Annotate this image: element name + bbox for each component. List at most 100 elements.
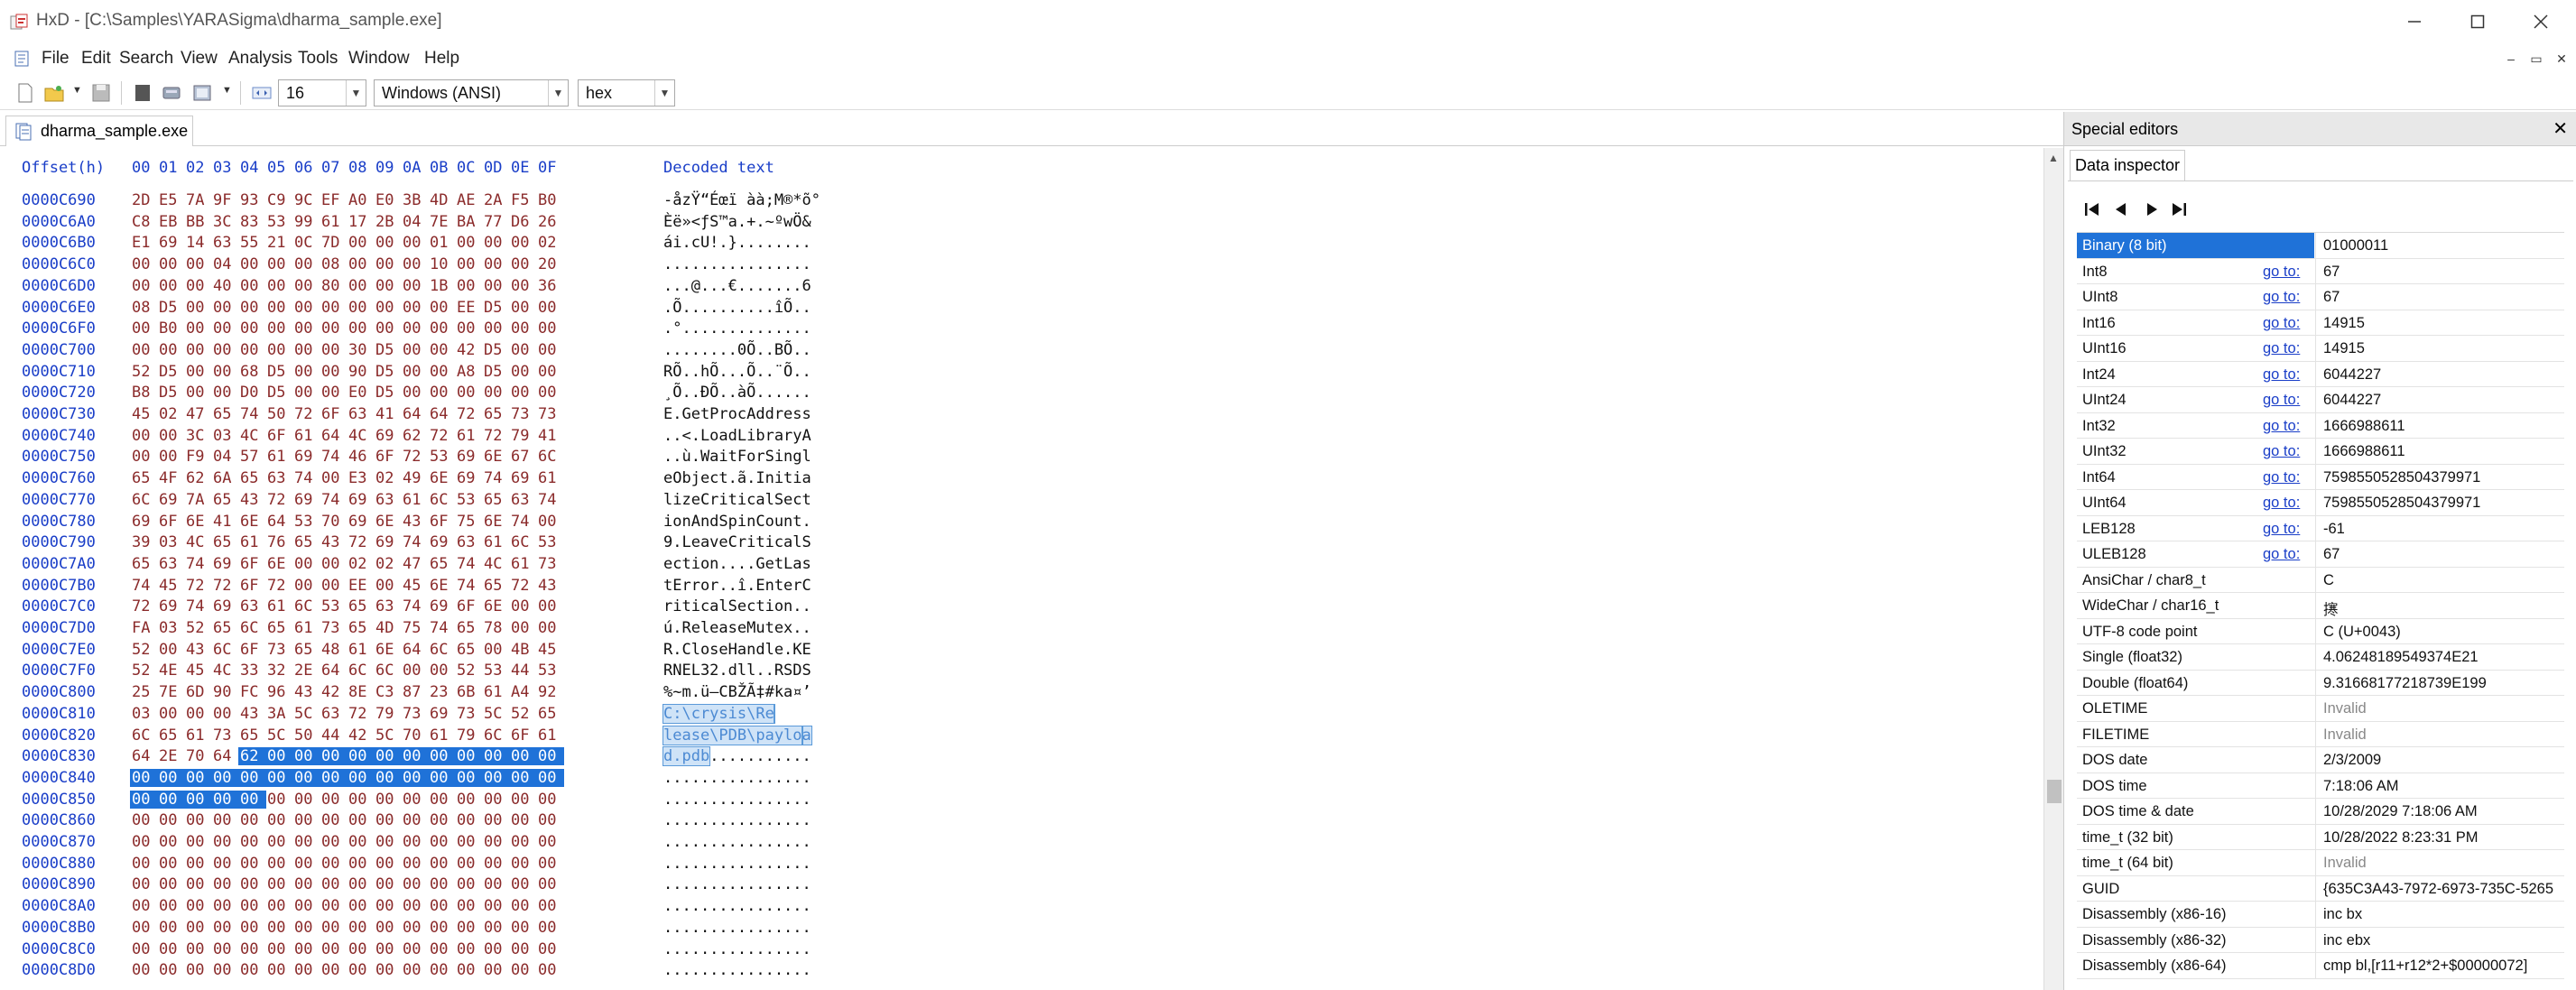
hex-byte[interactable]: 00	[321, 940, 348, 958]
hex-byte[interactable]: 00	[348, 833, 375, 851]
hex-byte[interactable]: 00	[538, 791, 565, 809]
save-icon[interactable]	[90, 82, 112, 104]
hex-byte[interactable]: 00	[294, 919, 321, 937]
hex-byte[interactable]: 00	[484, 919, 511, 937]
hex-byte[interactable]: 02	[348, 555, 375, 573]
hex-byte[interactable]: 00	[159, 940, 186, 958]
hex-byte[interactable]: 00	[294, 855, 321, 873]
hex-byte[interactable]: 72	[403, 448, 430, 466]
hex-byte[interactable]: 52	[511, 705, 538, 723]
hex-byte[interactable]: 41	[375, 405, 403, 423]
hex-byte[interactable]: 9F	[213, 191, 240, 209]
hex-byte[interactable]: 4D	[430, 191, 457, 209]
hex-byte[interactable]: 00	[538, 619, 565, 637]
hex-byte[interactable]: 63	[267, 469, 294, 487]
hex-byte[interactable]: 69	[430, 533, 457, 551]
decoded-text[interactable]: ................	[663, 833, 811, 851]
goto-link[interactable]: go to:	[2263, 495, 2300, 512]
hex-byte[interactable]: 6C	[484, 726, 511, 745]
hex-byte[interactable]: 6F	[321, 405, 348, 423]
previous-icon[interactable]	[2109, 198, 2133, 221]
hex-byte[interactable]: 00	[294, 940, 321, 958]
decoded-text[interactable]: R.CloseHandle.KE	[663, 641, 811, 659]
hex-byte[interactable]: 6E	[375, 641, 403, 659]
hex-byte[interactable]: 00	[511, 255, 538, 273]
hex-byte[interactable]: A4	[511, 683, 538, 701]
hex-byte[interactable]: EB	[159, 213, 186, 231]
hex-byte[interactable]: 00	[159, 448, 186, 466]
hex-byte[interactable]: 00	[132, 855, 159, 873]
inspector-row[interactable]: OLETIME Invalid	[2077, 696, 2564, 722]
hex-byte[interactable]: 41	[213, 513, 240, 531]
hex-byte[interactable]: EE	[457, 299, 484, 317]
hex-byte[interactable]: 62	[403, 427, 430, 445]
decoded-text[interactable]: ection....GetLas	[663, 555, 811, 573]
hex-byte[interactable]: 00	[186, 961, 213, 979]
hex-byte[interactable]: 00	[159, 833, 186, 851]
hex-byte[interactable]: E3	[348, 469, 375, 487]
hex-byte[interactable]: 00	[430, 940, 457, 958]
hex-byte[interactable]: 62	[238, 747, 266, 766]
minimize-button[interactable]	[2383, 0, 2446, 43]
inspector-row[interactable]: UInt16 go to: 14915	[2077, 336, 2564, 362]
hex-byte[interactable]: 64	[403, 405, 430, 423]
hex-byte[interactable]: D5	[375, 363, 403, 381]
hex-byte[interactable]: B0	[538, 191, 565, 209]
hex-byte[interactable]: 46	[348, 448, 375, 466]
hex-byte[interactable]: 41	[538, 427, 565, 445]
hex-byte[interactable]: 00	[186, 811, 213, 829]
hex-byte[interactable]: 00	[294, 384, 321, 402]
hex-byte[interactable]: 2E	[159, 747, 186, 765]
hex-byte[interactable]: 68	[240, 363, 267, 381]
hex-byte[interactable]: 53	[294, 513, 321, 531]
hex-byte[interactable]: 45	[538, 641, 565, 659]
inspector-value[interactable]: 1666988611	[2315, 439, 2564, 464]
inspector-value[interactable]: 1666988611	[2315, 412, 2564, 439]
hex-byte[interactable]: 00	[321, 897, 348, 915]
inspector-row[interactable]: Int16 go to: 14915	[2077, 310, 2564, 336]
hex-byte[interactable]: 00	[130, 790, 158, 809]
hex-byte[interactable]: 69	[348, 513, 375, 531]
hex-byte[interactable]: 00	[294, 961, 321, 979]
hex-byte[interactable]: 2D	[132, 191, 159, 209]
decoded-text[interactable]: ¸Õ..ÐÕ..àÕ......	[663, 384, 811, 402]
hex-byte[interactable]: 00	[403, 255, 430, 273]
hex-byte[interactable]: 04	[403, 213, 430, 231]
hex-byte[interactable]: 00	[457, 833, 484, 851]
hex-byte[interactable]: 6C	[348, 662, 375, 680]
hex-byte[interactable]: 00	[213, 319, 240, 338]
hex-byte[interactable]: 00	[294, 875, 321, 893]
hex-byte[interactable]: 65	[213, 619, 240, 637]
hex-byte[interactable]: 55	[240, 234, 267, 252]
hex-byte[interactable]: 00	[403, 277, 430, 295]
last-icon[interactable]	[2167, 198, 2191, 221]
decoded-text[interactable]: lizeCriticalSect	[663, 491, 811, 509]
hex-byte[interactable]: 61	[511, 555, 538, 573]
hex-byte[interactable]: 00	[403, 791, 430, 809]
hex-byte[interactable]: 00	[265, 747, 293, 766]
hex-byte[interactable]: 00	[484, 855, 511, 873]
hex-byte[interactable]: 8E	[348, 683, 375, 701]
hex-byte[interactable]: 00	[159, 961, 186, 979]
hex-byte[interactable]: 6C	[511, 533, 538, 551]
goto-link[interactable]: go to:	[2263, 546, 2300, 563]
new-file-icon[interactable]	[14, 82, 36, 104]
charset-select[interactable]: Windows (ANSI) ▼	[374, 79, 569, 106]
hex-byte[interactable]: 00	[375, 577, 403, 595]
hex-byte[interactable]: 52	[457, 662, 484, 680]
hex-byte[interactable]: 7A	[186, 191, 213, 209]
hex-byte[interactable]: 6E	[240, 513, 267, 531]
hex-byte[interactable]: 00	[240, 833, 267, 851]
hex-byte[interactable]: 69	[159, 597, 186, 615]
hex-byte[interactable]: 00	[457, 855, 484, 873]
hex-byte[interactable]: 00	[375, 961, 403, 979]
hex-byte[interactable]: 00	[375, 875, 403, 893]
inspector-row[interactable]: ULEB128 go to: 67	[2077, 541, 2564, 568]
decoded-text[interactable]: ...@...€.......6	[663, 277, 811, 295]
hex-byte[interactable]: E0	[375, 191, 403, 209]
hex-byte[interactable]: 65	[213, 405, 240, 423]
hex-byte[interactable]: 00	[538, 384, 565, 402]
hex-byte[interactable]: 00	[538, 811, 565, 829]
inspector-value[interactable]: 14915	[2315, 310, 2564, 336]
decoded-text-selection[interactable]: C:\crysis\Re	[663, 703, 775, 724]
